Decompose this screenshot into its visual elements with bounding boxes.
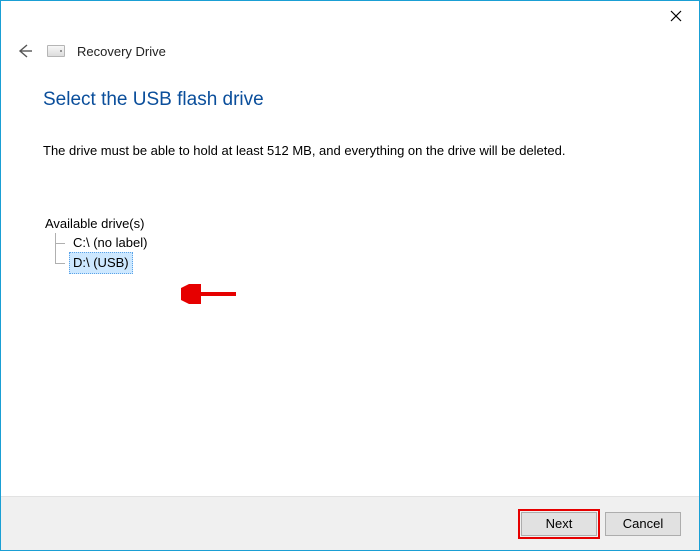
drive-item-d[interactable]: D:\ (USB)	[51, 253, 657, 273]
back-button[interactable]	[15, 41, 35, 61]
content-area: Select the USB flash drive The drive mus…	[43, 79, 657, 482]
header-row: Recovery Drive	[15, 39, 685, 63]
footer-bar: Next Cancel	[1, 496, 699, 550]
annotation-arrow-icon	[181, 284, 241, 304]
drive-icon	[47, 45, 65, 57]
instruction-text: The drive must be able to hold at least …	[43, 143, 657, 158]
drive-tree: C:\ (no label) D:\ (USB)	[51, 233, 657, 273]
next-button[interactable]: Next	[521, 512, 597, 536]
window-title: Recovery Drive	[77, 44, 166, 59]
back-arrow-icon	[15, 41, 35, 61]
cancel-button[interactable]: Cancel	[605, 512, 681, 536]
recovery-drive-dialog: Recovery Drive Select the USB flash driv…	[0, 0, 700, 551]
page-heading: Select the USB flash drive	[43, 89, 657, 111]
drive-item-label: D:\ (USB)	[69, 252, 133, 274]
drive-item-c[interactable]: C:\ (no label)	[51, 233, 657, 253]
drive-item-label: C:\ (no label)	[69, 232, 151, 254]
close-button[interactable]	[653, 1, 699, 31]
close-icon	[670, 10, 682, 22]
available-drives-label: Available drive(s)	[45, 216, 657, 231]
titlebar	[1, 1, 699, 33]
